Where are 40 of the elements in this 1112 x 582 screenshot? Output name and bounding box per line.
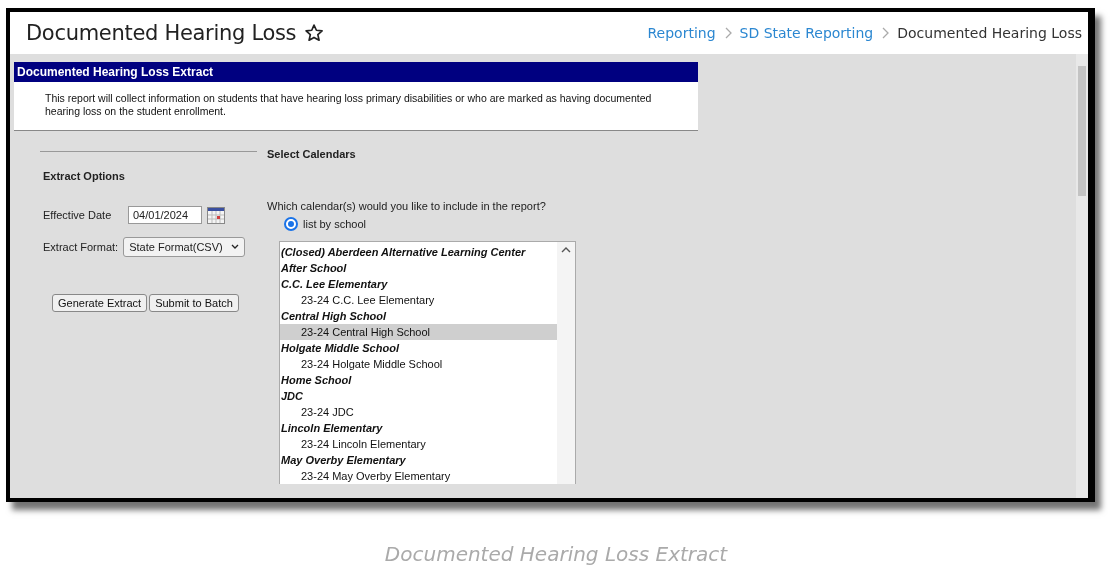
school-item[interactable]: After School: [280, 260, 557, 276]
chevron-icon: [723, 27, 732, 39]
calendar-item[interactable]: 23-24 Lincoln Elementary: [280, 436, 557, 452]
section-heading: Extract Options: [42, 169, 126, 182]
figure-caption: Documented Hearing Loss Extract: [383, 542, 729, 566]
radio-button[interactable]: [284, 217, 298, 231]
school-item[interactable]: C.C. Lee Elementary: [280, 276, 557, 292]
panel-title: Documented Hearing Loss Extract: [14, 62, 698, 82]
breadcrumb-link[interactable]: Reporting: [647, 25, 716, 41]
date-field[interactable]: 04/01/2024: [128, 206, 202, 224]
calendar-item[interactable]: 23-24 JDC: [280, 404, 557, 420]
batch-button[interactable]: Submit to Batch: [149, 294, 239, 312]
school-item[interactable]: Home School: [280, 372, 557, 388]
chevron-icon: [881, 27, 890, 39]
format-dropdown[interactable]: State Format(CSV): [123, 237, 245, 257]
calendar-item[interactable]: 23-24 Holgate Middle School: [280, 356, 557, 372]
school-item[interactable]: May Overby Elementary: [280, 452, 557, 468]
school-item[interactable]: (Closed) Aberdeen Alternative Learning Center: [280, 244, 557, 260]
breadcrumb-current: Documented Hearing Loss: [897, 25, 1082, 41]
caret-icon: [230, 244, 239, 250]
school-item[interactable]: Central High School: [280, 308, 557, 324]
school-item[interactable]: Lincoln Elementary: [280, 420, 557, 436]
report-description: This report will collect information on students that have hearing loss primary disabilities or who are marked as having documented hearing loss on the student enrollment.: [44, 91, 653, 119]
generate-button[interactable]: Generate Extract: [52, 294, 148, 312]
scrollbar[interactable]: [1076, 54, 1088, 498]
radio-label: list by school: [303, 218, 366, 230]
school-item[interactable]: JDC: [280, 388, 557, 404]
calendar-question: Which calendar(s) would you like to include in the report?: [267, 200, 547, 212]
breadcrumb-link[interactable]: SD State Reporting: [739, 25, 874, 41]
calendar-item[interactable]: 23-24 May Overby Elementary: [280, 468, 557, 484]
school-item[interactable]: Holgate Middle School: [280, 340, 557, 356]
field-label: Effective Date: [43, 209, 113, 221]
calendar-item[interactable]: 23-24 Central High School: [280, 324, 557, 340]
scroll-up-icon[interactable]: [561, 246, 571, 253]
calendar-icon[interactable]: [207, 206, 225, 224]
page-title: Documented Hearing Loss: [26, 21, 297, 45]
star-icon[interactable]: [304, 23, 325, 43]
calendar-item[interactable]: 23-24 C.C. Lee Elementary: [280, 292, 557, 308]
section-heading: Select Calendars: [267, 148, 357, 160]
field-label: Extract Format:: [43, 241, 119, 253]
